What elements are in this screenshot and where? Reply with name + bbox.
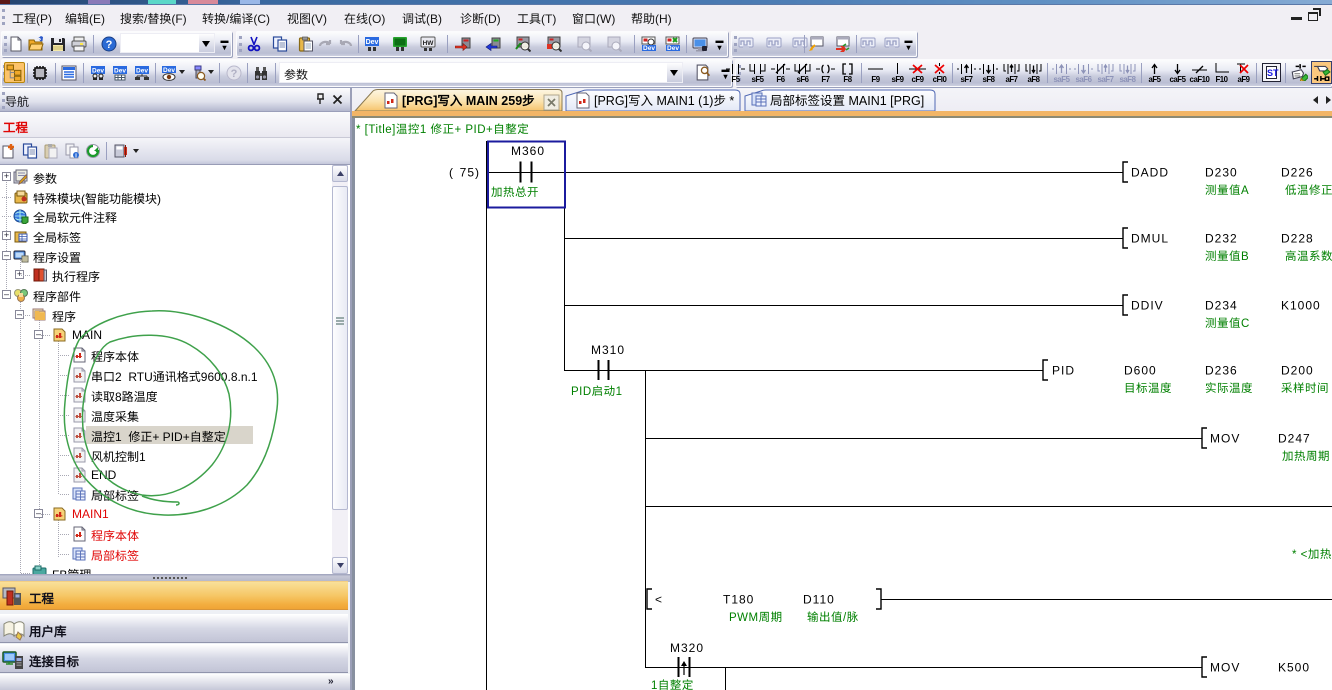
svg-text:K1000: K1000 [1281, 299, 1321, 313]
svg-text:测量值A: 测量值A [1205, 184, 1249, 197]
svg-text:M320: M320 [670, 641, 704, 655]
svg-text:Dev: Dev [643, 45, 655, 52]
svg-text:M310: M310 [591, 343, 625, 357]
svg-text:K500: K500 [1278, 661, 1310, 675]
svg-text:[PRG]写入 MAIN1 (1)步 *: [PRG]写入 MAIN1 (1)步 * [594, 94, 734, 108]
svg-text:D110: D110 [803, 593, 835, 607]
svg-text:实际温度: 实际温度 [1205, 382, 1253, 395]
svg-text:加热总开: 加热总开 [491, 186, 539, 199]
svg-text:1自整定: 1自整定 [651, 679, 694, 690]
svg-text:低温修正: 低温修正 [1285, 184, 1332, 197]
svg-text:加热周期: 加热周期 [1282, 450, 1330, 463]
svg-text:DDIV: DDIV [1131, 299, 1164, 313]
svg-text:Dev: Dev [136, 68, 148, 75]
svg-text:D232: D232 [1205, 232, 1238, 246]
svg-text:[PRG]写入 MAIN 259步: [PRG]写入 MAIN 259步 [402, 94, 535, 108]
svg-text:D230: D230 [1205, 166, 1238, 180]
svg-text:输出值/脉: 输出值/脉 [807, 611, 859, 624]
svg-text:PID: PID [1052, 364, 1075, 378]
svg-text:D236: D236 [1205, 364, 1238, 378]
svg-text:MOV: MOV [1210, 661, 1240, 675]
svg-text:局部标签设置 MAIN1 [PRG]: 局部标签设置 MAIN1 [PRG] [770, 94, 924, 108]
svg-text:MOV: MOV [1210, 432, 1240, 446]
svg-text:* [Title]温控1 修正+ PID+自整定: * [Title]温控1 修正+ PID+自整定 [356, 123, 529, 136]
svg-text:* <加热器: * <加热器 [1292, 548, 1332, 561]
svg-text:Dev: Dev [667, 45, 679, 52]
svg-text:Dev: Dev [114, 68, 126, 75]
svg-text:D234: D234 [1205, 299, 1238, 313]
svg-text:Dev: Dev [366, 39, 379, 46]
svg-text:T180: T180 [723, 593, 754, 607]
svg-text:测量值C: 测量值C [1205, 317, 1250, 330]
svg-text:D200: D200 [1281, 364, 1314, 378]
svg-text:目标温度: 目标温度 [1124, 382, 1172, 395]
svg-text:Dev: Dev [92, 68, 104, 75]
svg-text:高温系数: 高温系数 [1285, 250, 1332, 263]
svg-text:D247: D247 [1278, 432, 1311, 446]
svg-text:D600: D600 [1124, 364, 1157, 378]
svg-text:<: < [655, 593, 663, 607]
svg-text:DADD: DADD [1131, 166, 1169, 180]
svg-text:(: ( [449, 166, 454, 180]
svg-text:HW: HW [423, 40, 435, 47]
svg-text:采样时间: 采样时间 [1281, 382, 1329, 395]
svg-text:?: ? [106, 39, 113, 51]
svg-text:D226: D226 [1281, 166, 1314, 180]
svg-text:M360: M360 [511, 144, 545, 158]
svg-text:?: ? [231, 68, 238, 80]
svg-text:75): 75) [460, 166, 480, 180]
svg-text:Dev: Dev [163, 67, 175, 74]
svg-text:D228: D228 [1281, 232, 1314, 246]
svg-text:PWM周期: PWM周期 [729, 611, 783, 624]
svg-text:测量值B: 测量值B [1205, 250, 1249, 263]
svg-text:PID启动1: PID启动1 [571, 385, 623, 398]
svg-text:DMUL: DMUL [1131, 232, 1169, 246]
